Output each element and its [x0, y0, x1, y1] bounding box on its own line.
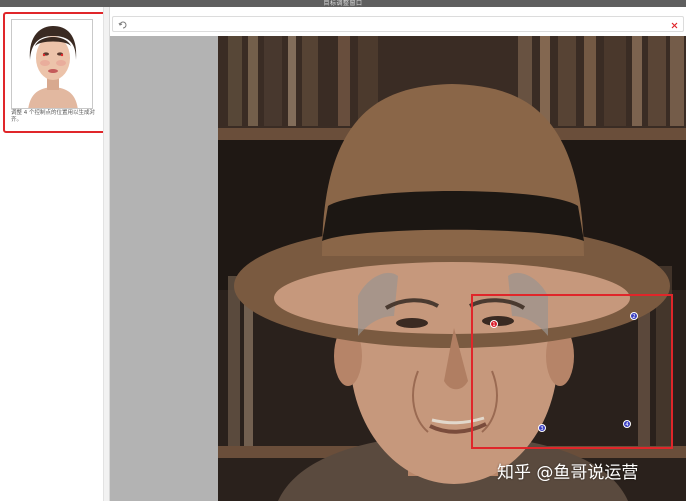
window-title: 目标调整窗口	[323, 0, 363, 7]
watermark: 知乎 @鱼哥说运营	[497, 463, 639, 483]
face-template-thumbnail-card[interactable]: 调整 4 个控制点的位置用以生成对齐。	[3, 12, 107, 133]
control-point-2[interactable]: 2	[630, 312, 638, 320]
window-titlebar: 目标调整窗口	[0, 0, 686, 7]
thumbnail-caption: 调整 4 个控制点的位置用以生成对齐。	[11, 110, 95, 123]
face-alignment-box[interactable]	[471, 294, 673, 449]
rotate-icon[interactable]	[117, 19, 129, 31]
image-canvas: 1 2 3 4	[110, 36, 686, 501]
control-point-3[interactable]: 3	[538, 424, 546, 432]
face-template-image[interactable]	[11, 19, 93, 109]
sidebar: 调整 4 个控制点的位置用以生成对齐。	[0, 7, 110, 501]
control-point-1[interactable]: 1	[490, 320, 498, 328]
toolbar	[112, 16, 684, 32]
close-icon[interactable]	[668, 19, 680, 31]
target-photo[interactable]: 1 2 3 4	[218, 36, 686, 501]
sidebar-scrollbar[interactable]	[103, 7, 109, 501]
control-point-4[interactable]: 4	[623, 420, 631, 428]
main-panel: 1 2 3 4	[110, 7, 686, 501]
